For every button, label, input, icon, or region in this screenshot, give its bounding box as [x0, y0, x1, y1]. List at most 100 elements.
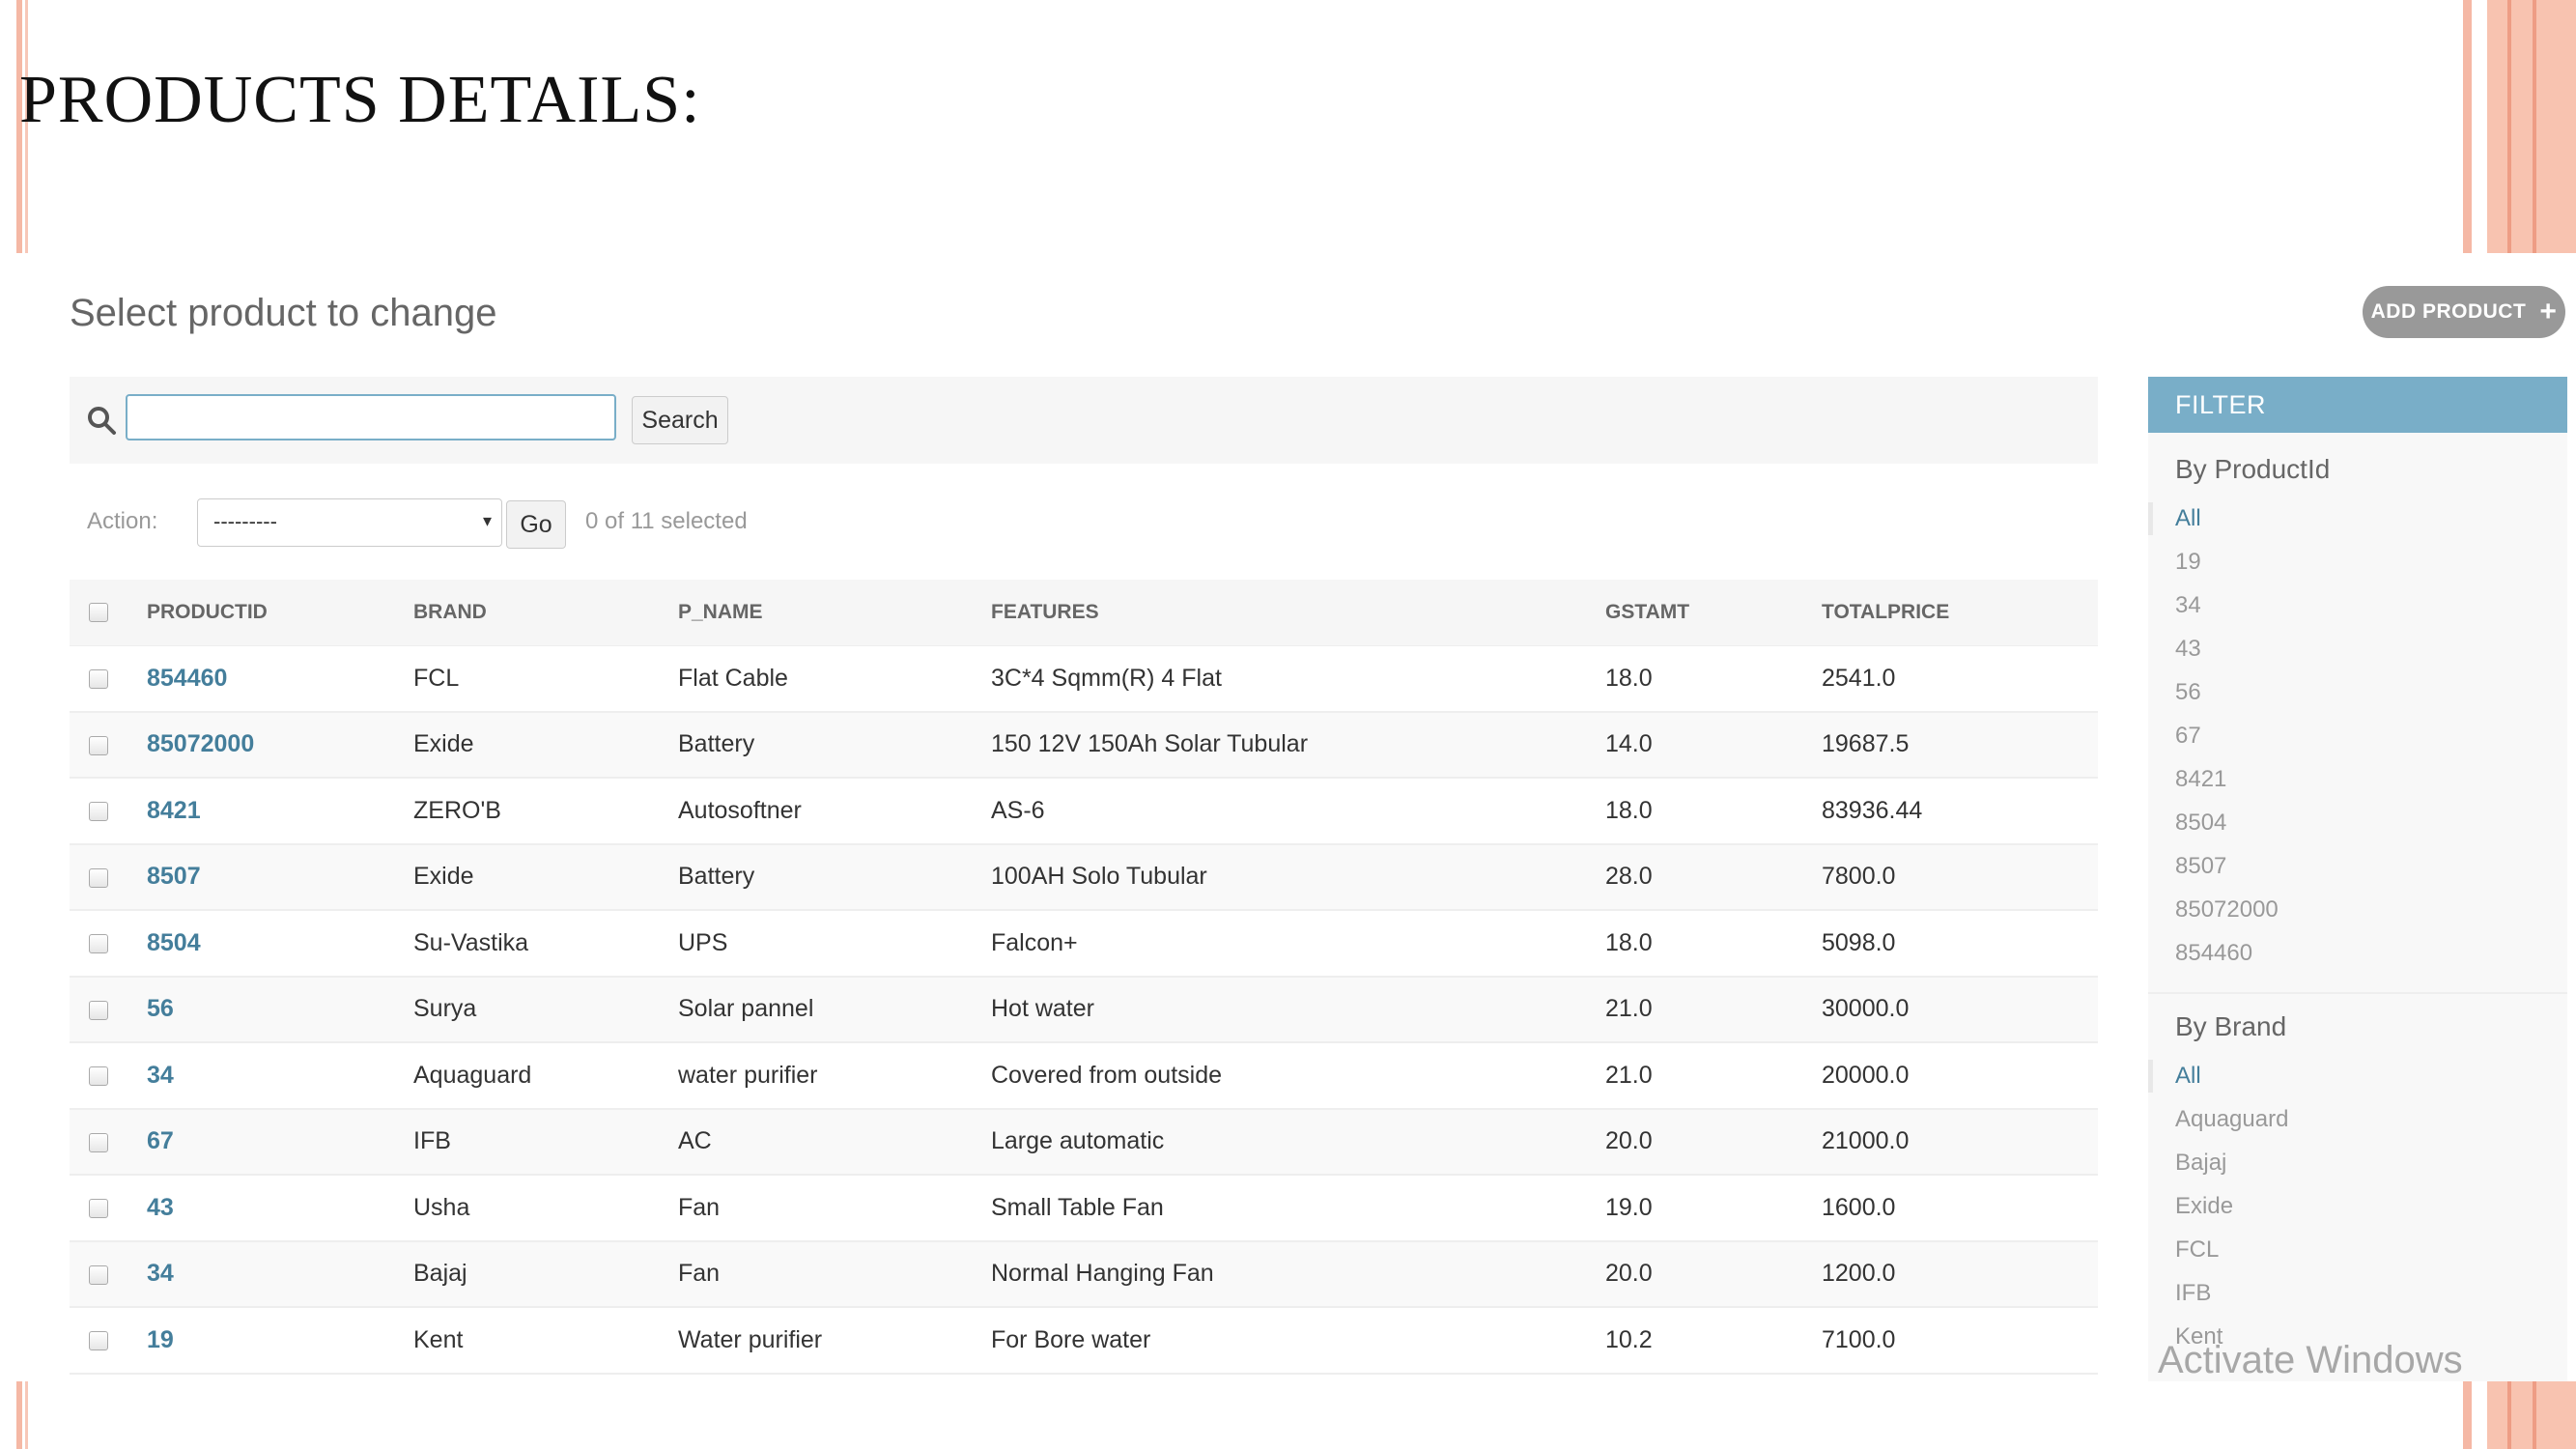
slide-accent-bar [25, 1381, 28, 1449]
gstamt-cell: 19.0 [1605, 1193, 1653, 1221]
row-checkbox[interactable] [89, 1331, 108, 1351]
row-checkbox-cell [70, 712, 147, 779]
column-header-features[interactable]: FEATURES [991, 580, 1605, 646]
row-checkbox[interactable] [89, 934, 108, 954]
filter-item[interactable]: All [2148, 1054, 2567, 1097]
filter-item[interactable]: 67 [2148, 714, 2567, 757]
add-product-button[interactable]: ADD PRODUCT + [2363, 286, 2565, 338]
productid-cell: 43 [147, 1175, 413, 1241]
product-link[interactable]: 43 [147, 1194, 174, 1221]
product-link[interactable]: 34 [147, 1062, 174, 1089]
column-header-totalprice[interactable]: TOTALPRICE [1822, 580, 2098, 646]
brand-cell: Bajaj [413, 1260, 467, 1288]
row-checkbox-cell [70, 645, 147, 712]
brand-cell: Aquaguard [413, 1061, 532, 1089]
add-product-label: ADD PRODUCT [2370, 300, 2527, 323]
product-link[interactable]: 8504 [147, 929, 201, 956]
filter-item[interactable]: 8507 [2148, 844, 2567, 888]
column-header-productid[interactable]: PRODUCTID [147, 580, 413, 646]
row-checkbox[interactable] [89, 1066, 108, 1087]
row-checkbox[interactable] [89, 668, 108, 689]
p-name-cell: Fan [678, 1260, 721, 1288]
product-link[interactable]: 854460 [147, 665, 227, 692]
row-checkbox-cell [70, 910, 147, 977]
gstamt-cell: 20.0 [1605, 1127, 1653, 1155]
filter-sidebar: FILTER By ProductId All 19 34 43 56 67 8… [2148, 377, 2567, 1381]
slide-accent-bar [2463, 1381, 2472, 1449]
filter-item[interactable]: 34 [2148, 583, 2567, 627]
search-button[interactable]: Search [632, 396, 728, 444]
product-link[interactable]: 19 [147, 1326, 174, 1353]
row-checkbox[interactable] [89, 1000, 108, 1020]
p-name-cell: UPS [678, 928, 728, 956]
filter-item[interactable]: All [2148, 497, 2567, 540]
row-checkbox-cell [70, 1307, 147, 1374]
filter-by-productid-list: All 19 34 43 56 67 8421 8504 8507 850720… [2148, 497, 2567, 975]
p-name-cell: AC [678, 1127, 712, 1155]
product-link[interactable]: 85072000 [147, 730, 254, 757]
slide-accent-bar [2533, 0, 2536, 253]
filter-item[interactable]: 8421 [2148, 757, 2567, 801]
action-select[interactable]: --------- ▾ [197, 498, 502, 547]
action-label: Action: [87, 508, 158, 534]
select-all-checkbox[interactable] [89, 603, 108, 623]
search-input[interactable] [126, 394, 616, 440]
brand-cell: Kent [413, 1325, 464, 1353]
row-checkbox[interactable] [89, 1199, 108, 1219]
features-cell: Normal Hanging Fan [991, 1260, 1214, 1288]
row-checkbox[interactable] [89, 735, 108, 755]
brand-cell: IFB [413, 1127, 451, 1155]
filter-item[interactable]: Aquaguard [2148, 1097, 2567, 1141]
go-button[interactable]: Go [506, 500, 566, 549]
column-header-brand[interactable]: BRAND [413, 580, 678, 646]
filter-item[interactable]: 85072000 [2148, 888, 2567, 931]
productid-cell: 56 [147, 977, 413, 1043]
p-name-cell: Flat Cable [678, 664, 788, 692]
column-header-gstamt[interactable]: GSTAMT [1605, 580, 1822, 646]
totalprice-cell: 83936.44 [1822, 796, 1923, 824]
product-link[interactable]: 67 [147, 1127, 174, 1154]
table-row: 56 Surya Solar pannel Hot water 21.0 300… [70, 976, 2098, 1043]
productid-cell: 8421 [147, 778, 413, 844]
row-checkbox[interactable] [89, 867, 108, 888]
row-checkbox[interactable] [89, 802, 108, 822]
row-checkbox[interactable] [89, 1264, 108, 1285]
p-name-cell: water purifier [678, 1061, 818, 1089]
p-name-cell: Battery [678, 863, 755, 891]
column-header-p-name[interactable]: P_NAME [678, 580, 991, 646]
product-link[interactable]: 8507 [147, 863, 201, 890]
gstamt-cell: 21.0 [1605, 995, 1653, 1023]
table-row: 34 Bajaj Fan Normal Hanging Fan 20.0 120… [70, 1240, 2098, 1307]
table-row: 43 Usha Fan Small Table Fan 19.0 1600.0 [70, 1175, 2098, 1241]
filter-item[interactable]: FCL [2148, 1228, 2567, 1271]
features-cell: AS-6 [991, 796, 1045, 824]
results-table-container: PRODUCTID BRAND P_NAME FEATURES GSTAMT T… [70, 580, 2098, 1375]
product-link[interactable]: 56 [147, 995, 174, 1022]
productid-cell: 34 [147, 1042, 413, 1109]
filter-item[interactable]: IFB [2148, 1271, 2567, 1315]
product-link[interactable]: 34 [147, 1260, 174, 1287]
productid-cell: 67 [147, 1109, 413, 1176]
p-name-cell: Water purifier [678, 1325, 823, 1353]
filter-item[interactable]: Exide [2148, 1184, 2567, 1228]
filter-item[interactable]: 854460 [2148, 931, 2567, 975]
filter-item[interactable]: Bajaj [2148, 1141, 2567, 1184]
p-name-cell: Fan [678, 1193, 721, 1221]
totalprice-cell: 20000.0 [1822, 1061, 1910, 1089]
product-link[interactable]: 8421 [147, 797, 201, 824]
filter-item[interactable]: 8504 [2148, 801, 2567, 844]
gstamt-cell: 18.0 [1605, 928, 1653, 956]
totalprice-cell: 1600.0 [1822, 1193, 1896, 1221]
gstamt-cell: 18.0 [1605, 664, 1653, 692]
slide-accent-block [2487, 1381, 2576, 1449]
filter-item[interactable]: 43 [2148, 627, 2567, 670]
gstamt-cell: 14.0 [1605, 730, 1653, 758]
filter-item[interactable]: 19 [2148, 540, 2567, 583]
features-cell: For Bore water [991, 1325, 1151, 1353]
brand-cell: FCL [413, 664, 460, 692]
row-checkbox[interactable] [89, 1132, 108, 1152]
gstamt-cell: 28.0 [1605, 863, 1653, 891]
table-row: 19 Kent Water purifier For Bore water 10… [70, 1307, 2098, 1374]
brand-cell: Surya [413, 995, 477, 1023]
filter-item[interactable]: 56 [2148, 670, 2567, 714]
